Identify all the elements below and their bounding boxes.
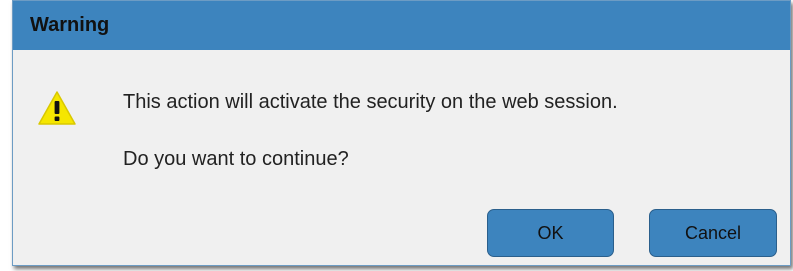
cancel-button[interactable]: Cancel: [649, 209, 777, 257]
ok-button[interactable]: OK: [487, 209, 614, 257]
dialog-titlebar[interactable]: Warning: [13, 1, 790, 50]
warning-icon: [37, 90, 77, 126]
dialog-message-line1: This action will activate the security o…: [123, 91, 618, 113]
dialog-title: Warning: [30, 14, 110, 36]
warning-dialog: Warning This action will activate the se…: [12, 0, 791, 266]
dialog-message-line2: Do you want to continue?: [123, 148, 349, 170]
